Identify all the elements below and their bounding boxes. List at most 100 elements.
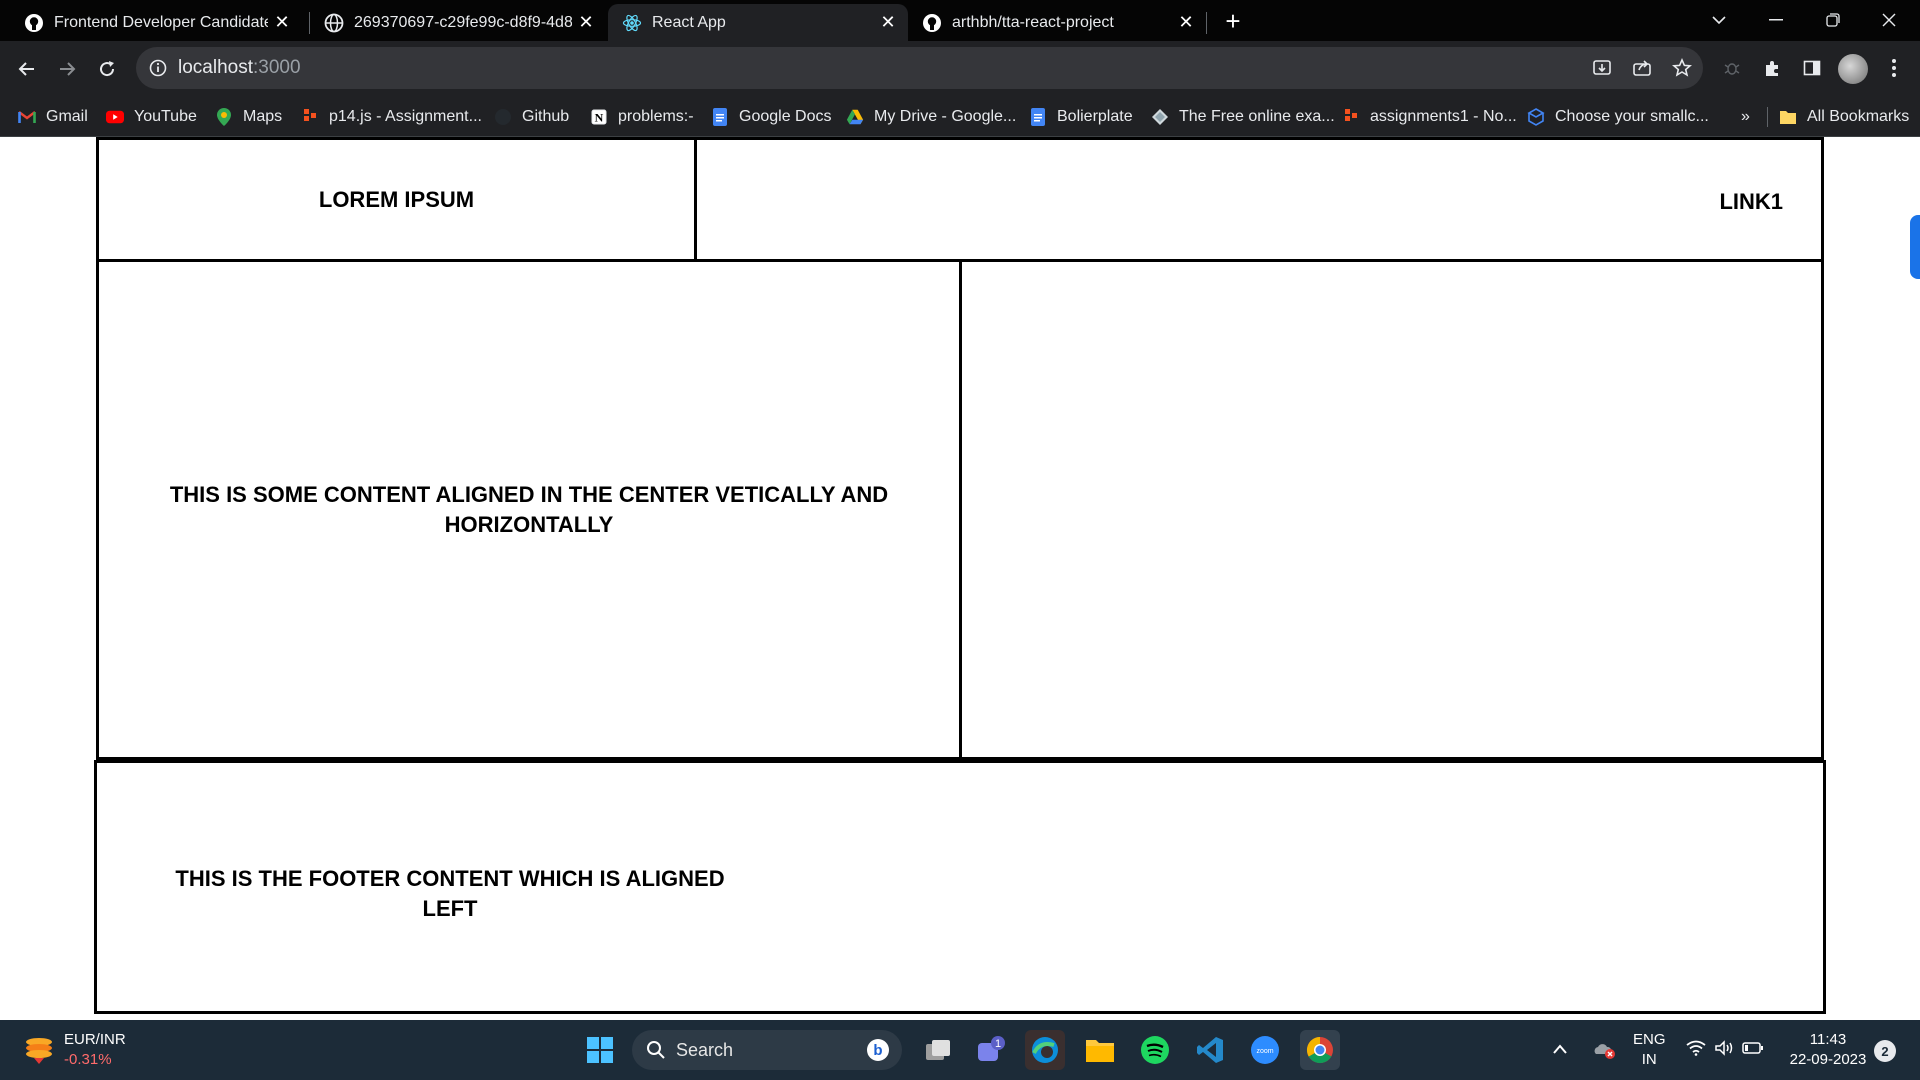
search-label: Search: [676, 1039, 734, 1060]
browser-toolbar: localhost:3000: [0, 41, 1920, 97]
side-scroll-handle[interactable]: [1910, 215, 1920, 279]
market-widget[interactable]: EUR/INR -0.31%: [64, 1030, 126, 1070]
menu-kebab-icon[interactable]: [1879, 53, 1909, 83]
bookmark-bolierplate[interactable]: Bolierplate: [1029, 105, 1133, 129]
github-icon: [494, 108, 512, 126]
bookmark-choose-smallcase[interactable]: Choose your smallc...: [1527, 105, 1709, 129]
all-bookmarks-folder[interactable]: All Bookmarks: [1779, 105, 1909, 129]
clock-date: 22-09-2023: [1789, 1051, 1867, 1068]
bookmark-star-icon[interactable]: [1670, 56, 1694, 80]
url-host: localhost: [178, 57, 253, 78]
battery-icon: [1742, 1041, 1764, 1060]
tab-title: arthbh/tta-react-project: [952, 13, 1114, 31]
header-right-panel: LINK1: [694, 137, 1824, 262]
taskbar-search[interactable]: Search b: [632, 1030, 902, 1070]
tab-title: Frontend Developer Candidate S: [54, 13, 268, 31]
bookmark-label: The Free online exa...: [1179, 108, 1335, 125]
start-button[interactable]: [580, 1030, 620, 1070]
header-link[interactable]: LINK1: [1719, 187, 1783, 217]
tab-title: React App: [652, 13, 726, 31]
system-tray-status[interactable]: [1686, 1039, 1764, 1061]
docs-icon: [711, 108, 729, 126]
bookmark-my-drive[interactable]: My Drive - Google...: [846, 105, 1016, 129]
widget-value: -0.31%: [64, 1051, 112, 1068]
main-content-panel: THIS IS SOME CONTENT ALIGNED IN THE CENT…: [96, 259, 962, 760]
new-tab-button[interactable]: +: [1218, 6, 1248, 36]
task-view-icon[interactable]: [918, 1030, 958, 1070]
windows-taskbar: EUR/INR -0.31% Search b 1 zoom ENG IN 11…: [0, 1020, 1920, 1080]
search-icon: [646, 1040, 666, 1060]
info-icon[interactable]: [148, 58, 168, 78]
vscode-icon[interactable]: [1190, 1030, 1230, 1070]
close-window-button[interactable]: [1866, 4, 1912, 36]
teams-icon[interactable]: 1: [970, 1030, 1010, 1070]
tab-frontend-developer[interactable]: Frontend Developer Candidate S ✕: [10, 4, 302, 41]
bookmark-p14js[interactable]: p14.js - Assignment...: [301, 105, 482, 129]
tab-github-project[interactable]: arthbh/tta-react-project ✕: [908, 4, 1206, 41]
market-widget-icon[interactable]: [22, 1032, 56, 1066]
restore-button[interactable]: [1810, 4, 1856, 36]
main-content-text: THIS IS SOME CONTENT ALIGNED IN THE CENT…: [169, 481, 889, 537]
git-icon: [1342, 108, 1360, 126]
share-icon[interactable]: [1630, 56, 1654, 80]
tab-divider: [1206, 12, 1207, 34]
clock-time: 11:43: [1809, 1031, 1847, 1048]
spotify-icon[interactable]: [1135, 1030, 1175, 1070]
clock[interactable]: 11:43 22-09-2023: [1786, 1030, 1870, 1070]
bookmark-label: Maps: [243, 108, 283, 125]
box-icon: [1527, 108, 1545, 126]
tab-image[interactable]: 269370697-c29fe99c-d8f9-4d82- ✕: [310, 4, 606, 41]
region-code: IN: [1641, 1051, 1657, 1068]
tab-title: 269370697-c29fe99c-d8f9-4d82-: [354, 13, 572, 31]
gmail-icon: [18, 108, 36, 126]
bookmark-maps[interactable]: Maps: [215, 105, 282, 129]
tab-search-button[interactable]: [1696, 4, 1742, 36]
close-icon[interactable]: ✕: [572, 9, 600, 37]
chevron-up-icon[interactable]: [1552, 1042, 1572, 1058]
file-explorer-icon[interactable]: [1080, 1030, 1120, 1070]
bookmark-label: Google Docs: [739, 108, 832, 125]
bookmark-assignments1[interactable]: assignments1 - No...: [1342, 105, 1517, 129]
onedrive-error-icon[interactable]: [1592, 1040, 1616, 1060]
back-button[interactable]: [9, 51, 45, 87]
notification-badge[interactable]: 2: [1874, 1040, 1896, 1062]
bookmark-gmail[interactable]: Gmail: [18, 105, 88, 129]
extension-bug-icon[interactable]: [1717, 53, 1747, 83]
bing-icon[interactable]: b: [866, 1038, 890, 1062]
close-icon[interactable]: ✕: [874, 9, 902, 37]
bookmark-google-docs[interactable]: Google Docs: [711, 105, 832, 129]
extensions-puzzle-icon[interactable]: [1757, 53, 1787, 83]
page-viewport: LOREM IPSUM LINK1 THIS IS SOME CONTENT A…: [0, 137, 1920, 1020]
minimize-button[interactable]: [1753, 4, 1799, 36]
forward-button[interactable]: [49, 51, 85, 87]
wifi-icon: [1686, 1040, 1706, 1061]
tab-react-app[interactable]: React App ✕: [608, 4, 908, 41]
edge-icon[interactable]: [1025, 1030, 1065, 1070]
side-panel-icon[interactable]: [1797, 53, 1827, 83]
chrome-icon[interactable]: [1300, 1030, 1340, 1070]
zoom-icon[interactable]: zoom: [1245, 1030, 1285, 1070]
reload-button[interactable]: [89, 51, 125, 87]
bookmark-problems[interactable]: N problems:-: [590, 105, 694, 129]
bookmark-free-online-exam[interactable]: The Free online exa...: [1151, 105, 1335, 129]
language-indicator[interactable]: ENG IN: [1633, 1030, 1666, 1070]
install-app-icon[interactable]: [1590, 56, 1614, 80]
profile-avatar[interactable]: [1838, 54, 1868, 84]
svg-text:zoom: zoom: [1256, 1048, 1273, 1055]
volume-icon: [1714, 1039, 1734, 1061]
footer-panel: THIS IS THE FOOTER CONTENT WHICH IS ALIG…: [94, 760, 1826, 1014]
bookmark-label: All Bookmarks: [1807, 108, 1910, 125]
address-bar[interactable]: localhost:3000: [136, 47, 1703, 89]
tab-strip: Frontend Developer Candidate S ✕ 2693706…: [0, 0, 1920, 41]
close-icon[interactable]: ✕: [1172, 9, 1200, 37]
bookmarks-overflow-button[interactable]: »: [1741, 105, 1750, 129]
bookmark-youtube[interactable]: YouTube: [106, 105, 197, 129]
bookmark-github[interactable]: Github: [494, 105, 569, 129]
bookmarks-divider: [1767, 107, 1768, 127]
widget-title: EUR/INR: [64, 1031, 126, 1048]
git-icon: [301, 108, 319, 126]
close-icon[interactable]: ✕: [268, 9, 296, 37]
url-port: :3000: [253, 57, 301, 78]
bookmark-label: Choose your smallc...: [1555, 108, 1709, 125]
react-icon: [622, 13, 642, 33]
